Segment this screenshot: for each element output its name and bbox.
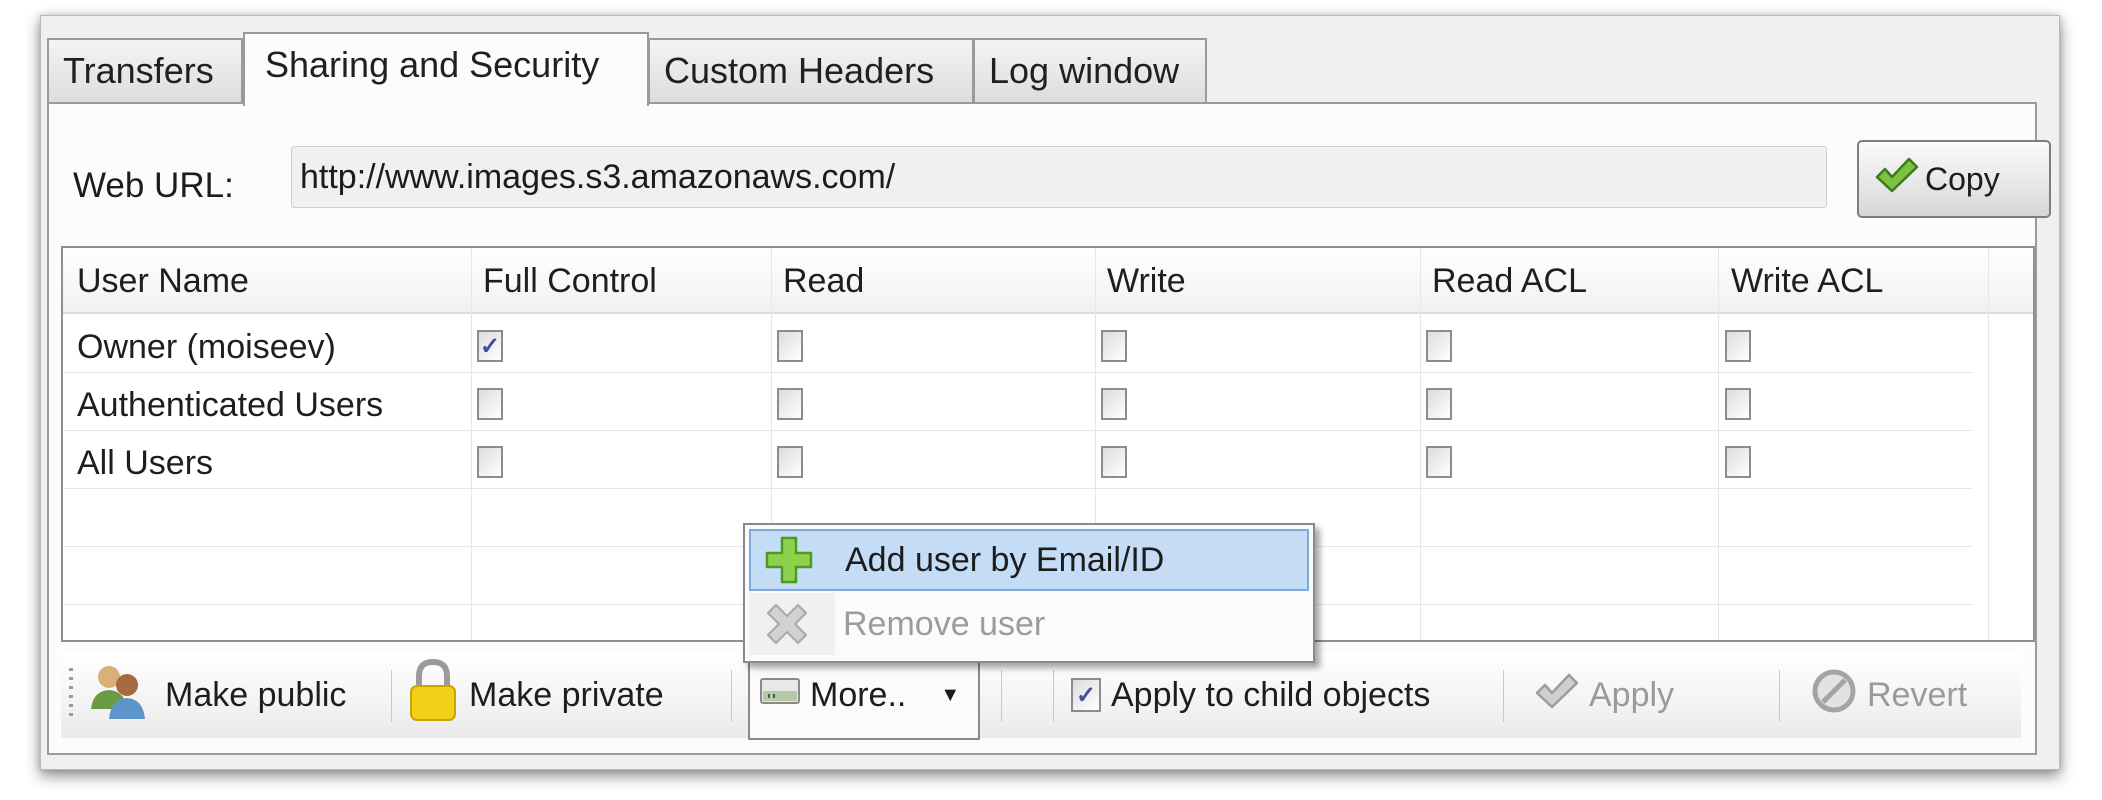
permission-checkbox-read[interactable] xyxy=(777,330,803,362)
user-name-cell: Owner (moiseev) xyxy=(77,328,336,366)
make-private-button[interactable]: Make private xyxy=(407,652,664,738)
more-context-menu: Add user by Email/ID Remove user xyxy=(743,523,1315,663)
no-entry-icon xyxy=(1811,668,1857,723)
users-icon xyxy=(85,659,155,732)
remove-user-label: Remove user xyxy=(843,604,1046,643)
user-name-cell: Authenticated Users xyxy=(77,386,384,424)
more-label: More.. xyxy=(810,675,907,714)
user-name-cell: All Users xyxy=(77,444,214,482)
gray-x-icon xyxy=(749,599,825,649)
green-plus-icon xyxy=(751,534,827,586)
permission-checkbox-write-acl[interactable] xyxy=(1725,446,1751,478)
apply-to-child-objects-label: Apply to child objects xyxy=(1111,675,1431,714)
permission-checkbox-read-acl[interactable] xyxy=(1426,330,1452,362)
check-icon xyxy=(1533,671,1579,720)
permission-checkbox-full-control[interactable] xyxy=(477,446,503,478)
padlock-icon xyxy=(407,658,459,733)
make-public-label: Make public xyxy=(165,675,347,714)
permission-checkbox-write-acl[interactable] xyxy=(1725,388,1751,420)
tab-custom-headers[interactable]: Custom Headers xyxy=(648,38,974,104)
apply-button[interactable]: Apply xyxy=(1533,652,1674,738)
col-write[interactable]: Write xyxy=(1107,262,1186,301)
apply-label: Apply xyxy=(1589,675,1675,714)
copy-button[interactable]: Copy xyxy=(1857,140,2051,218)
web-url-field[interactable]: http://www.images.s3.amazonaws.com/ xyxy=(291,146,1827,208)
col-write-acl[interactable]: Write ACL xyxy=(1731,262,1883,301)
permission-checkbox-full-control[interactable] xyxy=(477,388,503,420)
apply-to-child-objects-checkbox[interactable]: ✓ Apply to child objects xyxy=(1071,652,1430,738)
permission-checkbox-read-acl[interactable] xyxy=(1426,388,1452,420)
copy-label: Copy xyxy=(1925,160,2000,197)
col-user-name[interactable]: User Name xyxy=(77,262,249,301)
permission-checkbox-read-acl[interactable] xyxy=(1426,446,1452,478)
more-dropdown-button[interactable]: More.. ▼ xyxy=(748,652,980,740)
bottom-toolbar: Make public Make private More.. ▼ ✓ Appl… xyxy=(61,652,2021,740)
make-private-label: Make private xyxy=(469,675,664,714)
menu-item-add-user[interactable]: Add user by Email/ID xyxy=(749,529,1309,591)
permission-checkbox-read[interactable] xyxy=(777,388,803,420)
chevron-down-icon: ▼ xyxy=(940,683,961,706)
toolbar-grip[interactable] xyxy=(69,668,73,722)
table-header: User Name Full Control Read Write Read A… xyxy=(63,248,2033,314)
make-public-button[interactable]: Make public xyxy=(85,652,346,738)
permission-checkbox-write[interactable] xyxy=(1101,446,1127,478)
col-read[interactable]: Read xyxy=(783,262,864,301)
add-user-label: Add user by Email/ID xyxy=(845,540,1165,579)
revert-label: Revert xyxy=(1867,675,1968,714)
permission-checkbox-read[interactable] xyxy=(777,446,803,478)
menu-item-remove-user[interactable]: Remove user xyxy=(749,593,1309,655)
tab-log-window[interactable]: Log window xyxy=(973,38,1207,104)
tab-sharing-and-security[interactable]: Sharing and Security xyxy=(243,32,649,106)
green-check-icon xyxy=(1873,155,1919,203)
col-read-acl[interactable]: Read ACL xyxy=(1432,262,1587,301)
web-url-label: Web URL: xyxy=(73,166,234,205)
permission-checkbox-write-acl[interactable] xyxy=(1725,330,1751,362)
permission-checkbox-write[interactable] xyxy=(1101,388,1127,420)
permission-checkbox-write[interactable] xyxy=(1101,330,1127,362)
permission-checkbox-full-control[interactable]: ✓ xyxy=(477,330,503,362)
more-box-icon xyxy=(760,675,800,716)
col-full-control[interactable]: Full Control xyxy=(483,262,657,301)
revert-button[interactable]: Revert xyxy=(1811,652,1967,738)
tab-transfers[interactable]: Transfers xyxy=(47,38,243,104)
checkbox-checked-icon: ✓ xyxy=(1071,678,1101,712)
